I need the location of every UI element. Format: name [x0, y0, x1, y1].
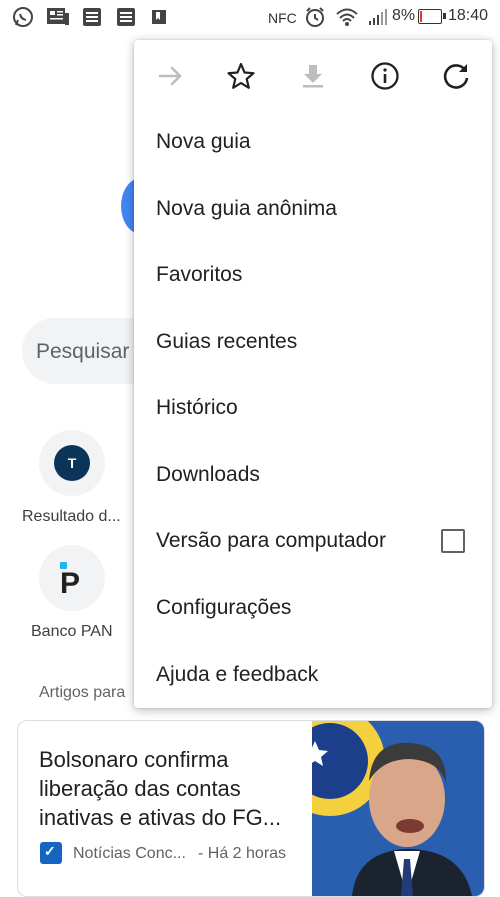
menu-item-label: Nova guia	[156, 130, 251, 153]
shortcut-label: Banco PAN	[31, 623, 113, 640]
articles-section-label: Artigos para	[39, 684, 126, 701]
shortcut-icon: T	[54, 445, 90, 481]
article-time: - Há 2 horas	[198, 845, 287, 862]
doc-icon	[83, 8, 101, 26]
refresh-button[interactable]	[434, 54, 478, 98]
menu-item-settings[interactable]: Configurações	[134, 576, 492, 640]
menu-item-downloads[interactable]: Downloads	[134, 443, 492, 507]
menu-item-help-feedback[interactable]: Ajuda e feedback	[134, 643, 492, 707]
signal-icon	[369, 9, 387, 25]
alarm-icon	[306, 7, 324, 27]
menu-item-label: Versão para computador	[156, 529, 386, 552]
bookmark-button[interactable]	[219, 54, 263, 98]
article-card[interactable]: Bolsonaro confirma liberação das contas …	[17, 720, 485, 897]
desktop-site-checkbox[interactable]	[441, 529, 465, 553]
battery-icon	[418, 9, 446, 24]
menu-item-label: Ajuda e feedback	[156, 663, 319, 686]
menu-item-recent-tabs[interactable]: Guias recentes	[134, 310, 492, 374]
article-source: Notícias Conc...	[73, 845, 186, 862]
menu-item-incognito-tab[interactable]: Nova guia anônima	[134, 177, 492, 241]
menu-item-label: Guias recentes	[156, 330, 298, 353]
refresh-icon	[443, 64, 469, 89]
clock: 18:40	[448, 7, 489, 24]
shortcut-label: Resultado d...	[22, 508, 121, 525]
menu-item-desktop-site[interactable]: Versão para computador	[134, 509, 492, 573]
status-bar: NFC 8% 18:40	[0, 0, 500, 34]
doc-icon	[117, 8, 135, 26]
info-icon	[371, 62, 399, 90]
download-icon	[303, 65, 323, 88]
source-icon	[40, 842, 62, 864]
menu-item-label: Nova guia anônima	[156, 197, 337, 220]
news-icon	[47, 8, 69, 25]
search-placeholder: Pesquisar	[36, 340, 130, 363]
menu-item-label: Favoritos	[156, 263, 243, 286]
page-info-button[interactable]	[363, 54, 407, 98]
menu-item-label: Configurações	[156, 596, 292, 619]
menu-item-label: Histórico	[156, 396, 238, 419]
wifi-icon	[336, 8, 358, 26]
nfc-indicator: NFC	[268, 10, 297, 26]
forward-icon	[158, 66, 182, 86]
menu-item-new-tab[interactable]: Nova guia	[134, 110, 492, 174]
shortcut-icon: P	[60, 567, 81, 600]
bookmark-icon	[152, 10, 166, 24]
bookmark-star-icon	[227, 62, 255, 89]
article-title: Bolsonaro confirma liberação das contas …	[39, 747, 282, 830]
whatsapp-icon	[13, 7, 33, 27]
article-thumbnail	[312, 721, 484, 896]
menu-item-label: Downloads	[156, 463, 260, 486]
download-page-button[interactable]	[291, 54, 335, 98]
menu-item-bookmarks[interactable]: Favoritos	[134, 243, 492, 307]
battery-percent: 8%	[392, 7, 416, 24]
overflow-menu: Nova guia Nova guia anônima Favoritos Gu…	[134, 40, 492, 708]
forward-button[interactable]	[148, 54, 192, 98]
menu-item-history[interactable]: Histórico	[134, 376, 492, 440]
